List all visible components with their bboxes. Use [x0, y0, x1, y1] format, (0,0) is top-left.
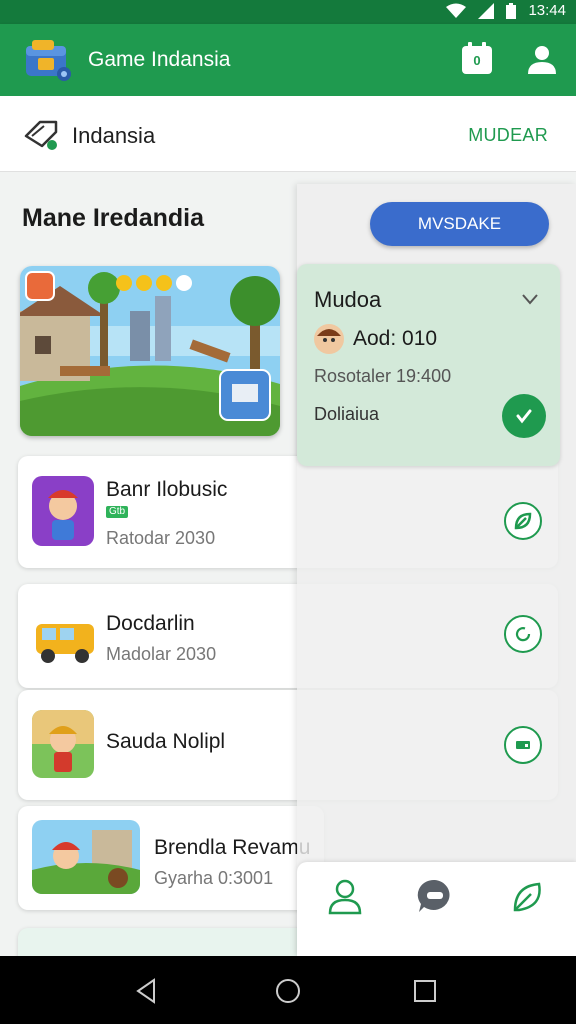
- leaf-icon[interactable]: [509, 876, 549, 916]
- person-icon[interactable]: [325, 876, 365, 916]
- tag-icon: [24, 120, 58, 150]
- game-thumb: [32, 710, 94, 778]
- featured-banner[interactable]: [20, 266, 280, 436]
- game-thumb: [32, 600, 98, 670]
- chevron-down-icon[interactable]: [521, 292, 539, 306]
- detail-title: Mudoa: [314, 287, 382, 312]
- game-thumb: [32, 820, 140, 894]
- calendar-badge-button[interactable]: 0: [460, 42, 494, 76]
- game-card-4[interactable]: Brendla Revamu Gyarha 0:3001: [18, 806, 324, 910]
- card-action-button-1[interactable]: [504, 502, 542, 540]
- back-icon[interactable]: [132, 976, 162, 1006]
- card-action-button-3[interactable]: [504, 726, 542, 764]
- game-meta: Madolar 2030: [106, 644, 217, 664]
- system-nav-bar: [0, 956, 576, 1024]
- banner-illustration: [20, 266, 280, 436]
- section-title: Mane Iredandia: [22, 204, 204, 232]
- recents-icon[interactable]: [410, 976, 440, 1006]
- game-meta: Ratodar 2030: [106, 528, 216, 548]
- status-bar: 13:44: [0, 0, 576, 24]
- chat-icon[interactable]: [415, 876, 455, 916]
- game-tag: Gtb: [106, 506, 129, 518]
- app-logo-icon: [26, 40, 71, 81]
- battery-icon: [506, 2, 517, 19]
- status-time: 13:44: [528, 2, 566, 19]
- home-icon[interactable]: [273, 976, 303, 1006]
- account-icon[interactable]: [524, 42, 560, 78]
- app-title: Game Indansia: [88, 48, 231, 71]
- bottom-tray: [297, 862, 576, 956]
- badge-count: 0: [473, 53, 481, 68]
- detail-card[interactable]: Mudoa Aod: 010 Rosotaler 19:400 Doliaiua: [297, 264, 560, 466]
- wifi-icon: [446, 3, 467, 18]
- refresh-icon: [515, 627, 531, 642]
- app-bar: Game Indansia 0: [0, 24, 576, 96]
- card-action-button-2[interactable]: [504, 615, 542, 653]
- flag-icon: [516, 741, 530, 749]
- panel-primary-button[interactable]: MVSDAKE: [370, 202, 549, 246]
- signal-icon: [478, 2, 495, 19]
- game-name: Sauda Nolipl: [106, 730, 226, 753]
- game-meta: Gyarha 0:3001: [154, 868, 274, 888]
- avatar: [314, 324, 344, 354]
- detail-meta-tertiary: Doliaiua: [314, 404, 380, 424]
- game-name: Brendla Revamu: [154, 836, 311, 859]
- detail-meta-secondary: Rosotaler 19:400: [314, 366, 452, 386]
- game-name: Banr Ilobusic: [106, 478, 228, 501]
- leaf-icon: [514, 512, 532, 530]
- detail-meta: Aod: 010: [353, 327, 438, 350]
- game-thumb: [32, 476, 94, 546]
- sub-header: Indansia MUDEAR: [0, 96, 576, 172]
- sub-header-title: Indansia: [72, 123, 156, 148]
- check-icon: [516, 409, 532, 424]
- game-name: Docdarlin: [106, 612, 195, 635]
- confirm-button[interactable]: [502, 394, 546, 438]
- sub-header-action-button[interactable]: MUDEAR: [468, 125, 548, 146]
